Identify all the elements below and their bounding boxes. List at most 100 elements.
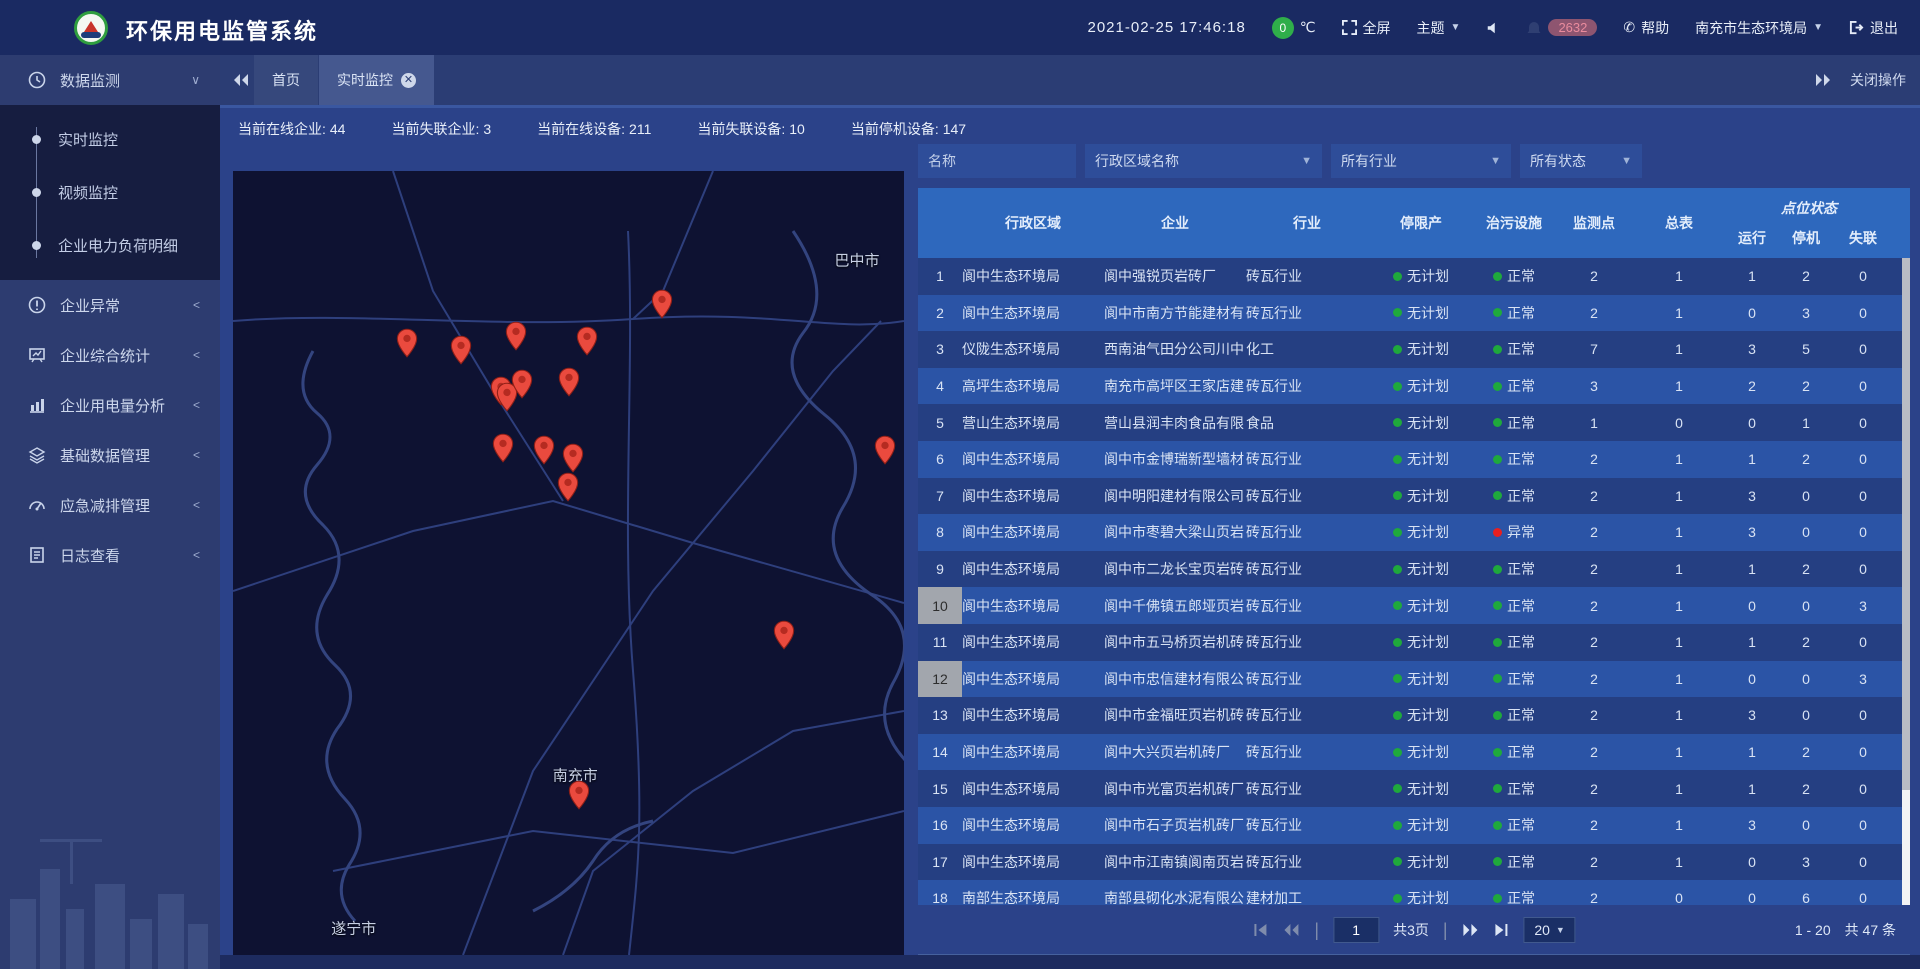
theme-dropdown[interactable]: 主题 ▼ [1417, 18, 1461, 38]
sidebar-item-7[interactable]: 基础数据管理< [0, 430, 220, 480]
sidebar-item-9[interactable]: 日志查看< [0, 530, 220, 580]
scrollbar-thumb[interactable] [1902, 258, 1910, 790]
map-pin-icon[interactable] [773, 620, 795, 650]
cell-stop: 0 [1780, 661, 1832, 698]
map-pin-icon[interactable] [557, 472, 579, 502]
close-icon[interactable]: ✕ [401, 73, 416, 88]
map-pin-icon[interactable] [492, 433, 514, 463]
table-row[interactable]: 16阆中生态环境局阆中市石子页岩机砖厂砖瓦行业无计划正常21300 [918, 807, 1910, 844]
page-number-input[interactable] [1333, 917, 1379, 943]
sidebar-item-3[interactable]: 企业电力负荷明细 [0, 219, 220, 272]
table-row[interactable]: 15阆中生态环境局阆中市光富页岩机砖厂砖瓦行业无计划正常21120 [918, 770, 1910, 807]
table-row[interactable]: 2阆中生态环境局阆中市南方节能建材有砖瓦行业无计划正常21030 [918, 295, 1910, 332]
prev-page-button[interactable] [1282, 923, 1300, 937]
cell-company: 阆中市枣碧大梁山页岩 [1104, 514, 1246, 551]
row-number: 3 [918, 331, 962, 368]
status-dot-green [1493, 382, 1502, 391]
map-pin-icon[interactable] [576, 326, 598, 356]
map-pin-icon[interactable] [874, 435, 896, 465]
cell-stop: 0 [1780, 478, 1832, 515]
cell-industry: 砖瓦行业 [1246, 478, 1368, 515]
org-dropdown[interactable]: 南充市生态环境局 ▼ [1695, 18, 1823, 38]
status-dot-green [1493, 565, 1502, 574]
map-pin-icon[interactable] [450, 335, 472, 365]
sidebar-item-1[interactable]: 实时监控 [0, 113, 220, 166]
map-pin-icon[interactable] [562, 443, 584, 473]
bullet-dot-icon [32, 188, 41, 197]
name-search-input[interactable] [918, 144, 1076, 178]
map-pin-icon[interactable] [533, 435, 555, 465]
close-operations-button[interactable]: 关闭操作 [1850, 55, 1906, 105]
status-dot-green [1393, 638, 1402, 647]
fullscreen-button[interactable]: 全屏 [1342, 18, 1391, 38]
mute-button[interactable] [1486, 21, 1500, 35]
col-industry: 行业 [1246, 188, 1368, 258]
sidebar-item-4[interactable]: 企业异常< [0, 280, 220, 330]
table-row[interactable]: 1阆中生态环境局阆中强锐页岩砖厂砖瓦行业无计划正常21120 [918, 258, 1910, 295]
status-select[interactable]: 所有状态▼ [1520, 144, 1642, 178]
table-row[interactable]: 10阆中生态环境局阆中千佛镇五郎垭页岩砖瓦行业无计划正常21003 [918, 587, 1910, 624]
cell-points: 2 [1554, 770, 1634, 807]
cell-lost: 0 [1832, 295, 1894, 332]
total-count-label: 共 47 条 [1845, 920, 1896, 940]
sidebar-item-2[interactable]: 视频监控 [0, 166, 220, 219]
cell-company: 阆中市忠信建材有限公 [1104, 661, 1246, 698]
map-pin-icon[interactable] [511, 369, 533, 399]
col-meters: 总表 [1634, 188, 1724, 258]
tab-label: 实时监控 [337, 70, 393, 90]
table-row[interactable]: 17阆中生态环境局阆中市江南镇阆南页岩砖瓦行业无计划正常21030 [918, 844, 1910, 881]
cell-facility: 正常 [1474, 624, 1554, 661]
sidebar-item-6[interactable]: 企业用电量分析< [0, 380, 220, 430]
tab-1[interactable]: 实时监控 ✕ [319, 55, 435, 105]
industry-select[interactable]: 所有行业▼ [1331, 144, 1511, 178]
map-pin-icon[interactable] [558, 367, 580, 397]
table-row[interactable]: 8阆中生态环境局阆中市枣碧大梁山页岩砖瓦行业无计划异常21300 [918, 514, 1910, 551]
map-pin-icon[interactable] [396, 328, 418, 358]
table-row[interactable]: 7阆中生态环境局阆中明阳建材有限公司砖瓦行业无计划正常21300 [918, 478, 1910, 515]
status-dot-red [1493, 528, 1502, 537]
cell-plan: 无计划 [1368, 441, 1474, 478]
table-row[interactable]: 9阆中生态环境局阆中市二龙长宝页岩砖砖瓦行业无计划正常21120 [918, 551, 1910, 588]
table-row[interactable]: 14阆中生态环境局阆中大兴页岩机砖厂砖瓦行业无计划正常21120 [918, 734, 1910, 771]
cell-region: 阆中生态环境局 [962, 624, 1104, 661]
cell-meters: 1 [1634, 661, 1724, 698]
tab-0[interactable]: 首页 [254, 55, 319, 105]
map-pin-icon[interactable] [568, 780, 590, 810]
table-row[interactable]: 11阆中生态环境局阆中市五马桥页岩机砖砖瓦行业无计划正常21120 [918, 624, 1910, 661]
last-page-button[interactable] [1494, 923, 1510, 937]
scroll-tabs-left-button[interactable] [232, 55, 250, 105]
sidebar-item-0[interactable]: 数据监测∨ [0, 55, 220, 105]
first-page-button[interactable] [1252, 923, 1268, 937]
next-page-button[interactable] [1462, 923, 1480, 937]
map-panel[interactable]: 巴中市南充市遂宁市 ◀ [233, 171, 904, 955]
table-row[interactable]: 13阆中生态环境局阆中市金福旺页岩机砖砖瓦行业无计划正常21300 [918, 697, 1910, 734]
map-pin-icon[interactable] [505, 321, 527, 351]
notifications[interactable]: 2632 [1526, 19, 1597, 36]
cell-run: 1 [1724, 551, 1780, 588]
cell-region: 阆中生态环境局 [962, 295, 1104, 332]
scroll-tabs-right-button[interactable] [1814, 55, 1832, 105]
chevron-down-icon: ▼ [1451, 22, 1461, 33]
col-facility: 治污设施 [1474, 188, 1554, 258]
map-pin-icon[interactable] [651, 289, 673, 319]
cell-facility: 正常 [1474, 441, 1554, 478]
row-number: 4 [918, 368, 962, 405]
cell-industry: 化工 [1246, 331, 1368, 368]
region-select[interactable]: 行政区域名称▼ [1085, 144, 1322, 178]
table-scrollbar[interactable] [1902, 258, 1910, 905]
table-row[interactable]: 4高坪生态环境局南充市高坪区王家店建砖瓦行业无计划正常31220 [918, 368, 1910, 405]
page-size-select[interactable]: 20 ▼ [1524, 917, 1576, 943]
table-row[interactable]: 18南部生态环境局南部县砌化水泥有限公建材加工无计划正常20060 [918, 880, 1910, 905]
cell-points: 2 [1554, 587, 1634, 624]
table-row[interactable]: 5营山生态环境局营山县润丰肉食品有限食品无计划正常10010 [918, 404, 1910, 441]
cell-facility: 正常 [1474, 697, 1554, 734]
sidebar-item-8[interactable]: 应急减排管理< [0, 480, 220, 530]
table-row[interactable]: 3仪陇生态环境局西南油气田分公司川中化工无计划正常71350 [918, 331, 1910, 368]
sidebar-item-5[interactable]: 企业综合统计< [0, 330, 220, 380]
help-button[interactable]: ✆ 帮助 [1623, 18, 1669, 38]
table-row[interactable]: 6阆中生态环境局阆中市金博瑞新型墙材砖瓦行业无计划正常21120 [918, 441, 1910, 478]
status-dot-green [1393, 565, 1402, 574]
table-row[interactable]: 12阆中生态环境局阆中市忠信建材有限公砖瓦行业无计划正常21003 [918, 661, 1910, 698]
logout-button[interactable]: 退出 [1849, 18, 1898, 38]
sidebar-item-label: 基础数据管理 [60, 445, 150, 466]
